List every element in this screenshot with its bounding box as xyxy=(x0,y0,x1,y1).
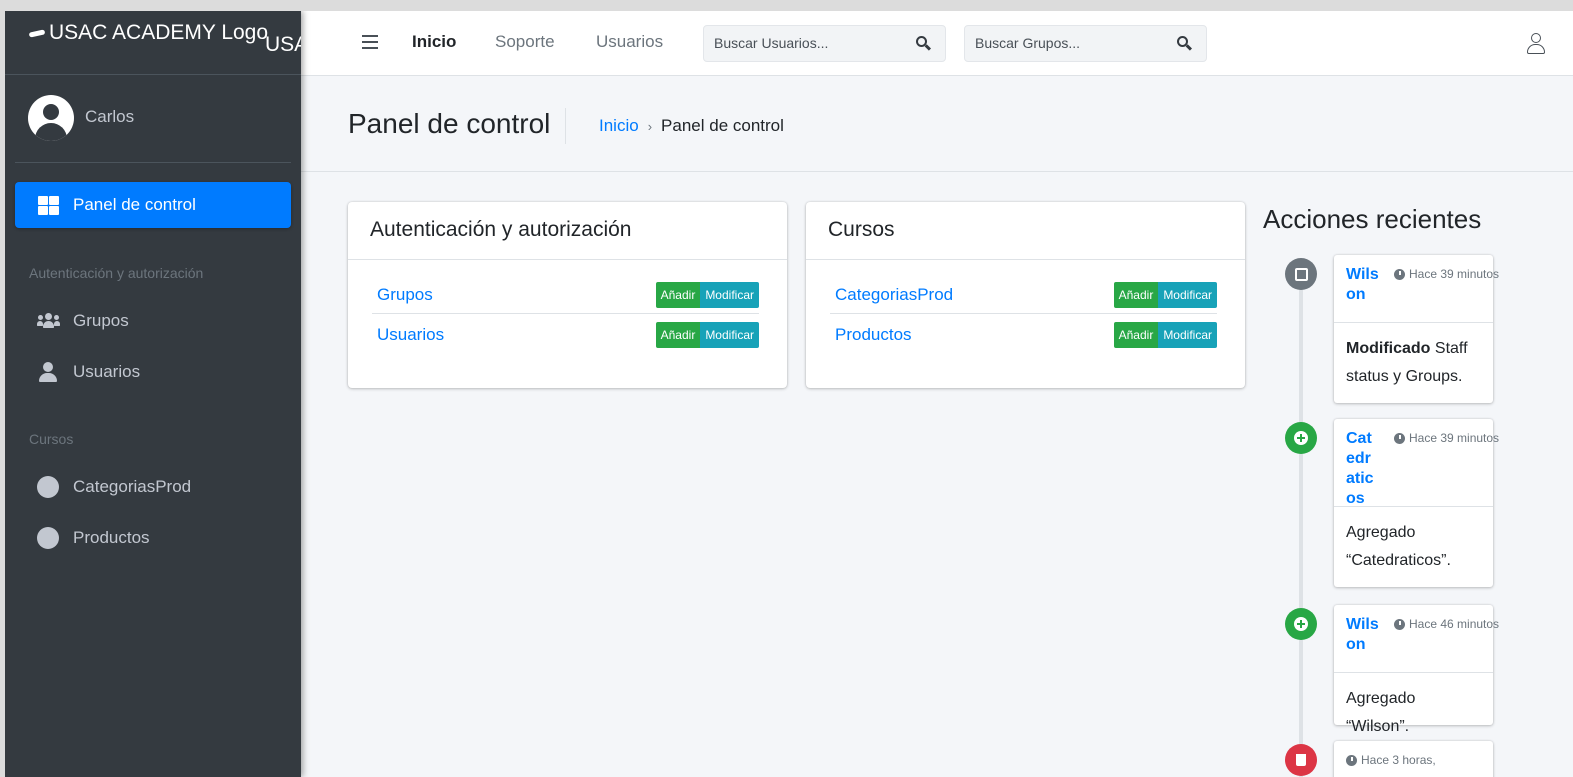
timeline-item: Wilson Hace 46 minutos Agregado “Wilson”… xyxy=(1334,605,1499,735)
sidebar: USAC ACADEMY Logo USAC ACADEMY Carlos Pa… xyxy=(5,11,301,777)
add-circle-icon xyxy=(1285,608,1317,640)
add-button[interactable]: Añadir xyxy=(1113,322,1159,348)
model-row: Usuarios Añadir Modificar xyxy=(372,316,759,354)
user-name: Carlos xyxy=(85,107,135,126)
timeline-time-text: Hace 3 horas, xyxy=(1361,753,1436,767)
search-users-input[interactable]: Buscar Usuarios... xyxy=(714,35,828,51)
circle-icon xyxy=(37,527,59,549)
add-circle-icon xyxy=(1285,422,1317,454)
model-link-grupos[interactable]: Grupos xyxy=(372,285,433,305)
change-button[interactable]: Modificar xyxy=(1158,281,1217,308)
clock-icon xyxy=(1394,618,1405,630)
nav-link-inicio[interactable]: Inicio xyxy=(412,32,456,52)
search-users-box: Buscar Usuarios... xyxy=(703,25,946,62)
recent-actions-title: Acciones recientes xyxy=(1263,204,1482,234)
clock-icon xyxy=(1394,432,1405,444)
brand-link[interactable]: USAC ACADEMY Logo USAC ACADEMY xyxy=(5,11,301,75)
breadcrumb-separator-icon: › xyxy=(647,118,653,134)
search-groups-input[interactable]: Buscar Grupos... xyxy=(975,35,1080,51)
change-button[interactable]: Modificar xyxy=(700,322,759,348)
search-icon[interactable] xyxy=(916,36,932,51)
timeline-time: Hace 46 minutos xyxy=(1394,617,1499,631)
timeline-item: Catedraticos Hace 39 minutos Agregado “C… xyxy=(1334,419,1499,587)
timeline-user-link[interactable]: Wilson xyxy=(1346,615,1386,655)
action-buttons: Añadir Modificar xyxy=(1113,281,1217,308)
trash-icon xyxy=(1285,744,1317,776)
sidebar-item-label: Grupos xyxy=(73,311,129,330)
add-button[interactable]: Añadir xyxy=(655,322,701,348)
timeline-action-text: Agregado “Catedraticos”. xyxy=(1346,524,1451,569)
timeline-body: Modificado Staff status y Groups. xyxy=(1334,323,1493,403)
timeline-user-link[interactable]: Catedraticos xyxy=(1346,429,1376,509)
sidebar-item-grupos[interactable]: Grupos xyxy=(15,298,291,344)
user-panel[interactable]: Carlos xyxy=(15,85,291,163)
timeline-item: Wilson Hace 39 minutos Modificado Staff … xyxy=(1334,255,1499,403)
timeline-action-bold: Modificado xyxy=(1346,340,1431,357)
sidebar-item-label: CategoriasProd xyxy=(73,477,192,496)
avatar-icon xyxy=(28,95,74,141)
action-buttons: Añadir Modificar xyxy=(655,281,759,308)
add-button[interactable]: Añadir xyxy=(1113,281,1159,308)
model-row: CategoriasProd Añadir Modificar xyxy=(830,276,1217,314)
timeline-action-text: Agregado “Wilson”. xyxy=(1346,690,1416,735)
nav-link-usuarios[interactable]: Usuarios xyxy=(596,32,663,52)
breadcrumb-home-link[interactable]: Inicio xyxy=(599,116,639,136)
top-navbar: Inicio Soporte Usuarios Buscar Usuarios.… xyxy=(301,11,1573,76)
model-link-usuarios[interactable]: Usuarios xyxy=(372,325,444,345)
nav-link-soporte[interactable]: Soporte xyxy=(495,32,555,52)
timeline-time: Hace 39 minutos xyxy=(1394,431,1499,445)
admin-window: USAC ACADEMY Logo USAC ACADEMY Carlos Pa… xyxy=(5,11,1573,777)
timeline-time-text: Hace 46 minutos xyxy=(1409,617,1500,631)
sidebar-item-panel-de-control[interactable]: Panel de control xyxy=(15,182,291,228)
add-button[interactable]: Añadir xyxy=(655,281,701,308)
sidebar-item-productos[interactable]: Productos xyxy=(15,515,291,561)
model-link-categoriasprod[interactable]: CategoriasProd xyxy=(830,285,953,305)
clock-icon xyxy=(1346,754,1357,766)
sidebar-item-label: Panel de control xyxy=(73,195,196,214)
dashboard-grid-icon xyxy=(37,194,59,216)
model-row: Productos Añadir Modificar xyxy=(830,316,1217,354)
sidebar-item-categoriasprod[interactable]: CategoriasProd xyxy=(15,464,291,510)
app-card-auth: Autenticación y autorización Grupos Añad… xyxy=(348,202,787,388)
search-groups-box: Buscar Grupos... xyxy=(964,25,1207,62)
timeline-time: Hace 3 horas, xyxy=(1346,753,1436,767)
timeline-user-link[interactable]: Wilson xyxy=(1346,265,1386,305)
brand-text: USAC ACADEMY xyxy=(265,33,301,56)
brand-logo: USAC ACADEMY Logo xyxy=(29,21,268,45)
model-link-productos[interactable]: Productos xyxy=(830,325,912,345)
timeline-line xyxy=(1299,266,1303,777)
action-buttons: Añadir Modificar xyxy=(655,322,759,348)
timeline-time-text: Hace 39 minutos xyxy=(1409,431,1500,445)
content-header: Panel de control Inicio › Panel de contr… xyxy=(301,76,1573,172)
page-title: Panel de control xyxy=(348,108,551,139)
breadcrumb-current: Panel de control xyxy=(661,116,784,135)
model-row: Grupos Añadir Modificar xyxy=(372,276,759,314)
clock-icon xyxy=(1394,268,1405,280)
sidebar-item-label: Productos xyxy=(73,528,150,547)
timeline-item: Hace 3 horas, xyxy=(1334,741,1493,777)
users-icon xyxy=(37,310,60,332)
circle-icon xyxy=(37,476,59,498)
hamburger-menu-icon[interactable] xyxy=(362,35,378,49)
app-card-cursos: Cursos CategoriasProd Añadir Modificar P… xyxy=(806,202,1245,388)
action-buttons: Añadir Modificar xyxy=(1113,322,1217,348)
sidebar-item-label: Usuarios xyxy=(73,362,141,381)
card-title: Autenticación y autorización xyxy=(348,202,787,260)
sidebar-section-header: Autenticación y autorización xyxy=(29,265,204,281)
breadcrumb: Inicio › Panel de control xyxy=(599,116,784,136)
search-icon[interactable] xyxy=(1177,36,1193,51)
sidebar-item-usuarios[interactable]: Usuarios xyxy=(15,349,291,395)
change-button[interactable]: Modificar xyxy=(700,281,759,308)
timeline-time-text: Hace 39 minutos xyxy=(1409,267,1500,281)
timeline-time: Hace 39 minutos xyxy=(1394,267,1499,281)
title-divider xyxy=(565,108,566,144)
change-button[interactable]: Modificar xyxy=(1158,322,1217,348)
card-title: Cursos xyxy=(806,202,1245,260)
edit-icon xyxy=(1285,258,1317,290)
user-icon xyxy=(37,361,59,383)
sidebar-section-header: Cursos xyxy=(29,431,74,447)
user-menu-icon[interactable] xyxy=(1526,33,1546,55)
timeline-body: Agregado “Catedraticos”. xyxy=(1334,507,1493,587)
